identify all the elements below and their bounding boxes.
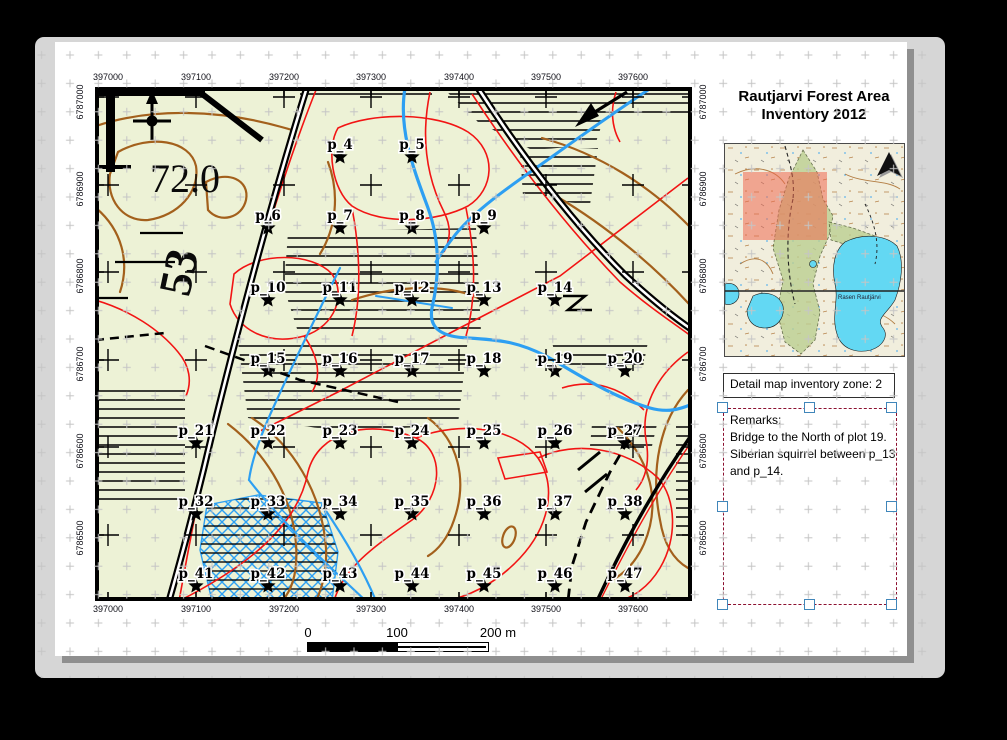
selection-handle[interactable]: [804, 402, 815, 413]
scalebar-segment-filled: [308, 643, 398, 651]
selection-handle[interactable]: [886, 501, 897, 512]
scalebar-bar: [307, 642, 489, 652]
remarks-line: Remarks:: [730, 412, 896, 429]
title-line-2: Inventory 2012: [724, 106, 904, 124]
remarks-line: Bridge to the North of plot 19.: [730, 429, 896, 446]
title-line-1: Rautjarvi Forest Area: [724, 88, 904, 106]
selection-handle[interactable]: [717, 501, 728, 512]
overview-map-item[interactable]: Rasen Rautjärvi: [724, 143, 905, 357]
remarks-line: and p_14.: [730, 463, 896, 480]
print-layout-page[interactable]: 72.053 p_4p_5p_6p_7p_8p_9p_10p_11p_12p_1…: [55, 42, 907, 656]
remarks-line: Siberian squirrel between p_13: [730, 446, 896, 463]
scalebar-segment-line: [398, 646, 486, 648]
layout-title-label[interactable]: Rautjarvi Forest Area Inventory 2012: [724, 88, 904, 124]
lake-label: Rasen Rautjärvi: [838, 295, 881, 301]
scalebar-label: 100: [367, 625, 427, 640]
layout-canvas[interactable]: 72.053 p_4p_5p_6p_7p_8p_9p_10p_11p_12p_1…: [35, 37, 945, 678]
selection-handle[interactable]: [717, 599, 728, 610]
selection-handle[interactable]: [886, 599, 897, 610]
remarks-label[interactable]: Remarks:Bridge to the North of plot 19.S…: [723, 408, 897, 605]
scalebar-label: 0: [278, 625, 338, 640]
selection-handle[interactable]: [886, 402, 897, 413]
screenshot-root: { "page": { "title": { "line1": "Rautjar…: [0, 0, 1007, 740]
right-column: Rautjarvi Forest Area Inventory 2012: [55, 42, 907, 656]
scalebar-item[interactable]: 0100200 m: [307, 625, 507, 657]
selection-handle[interactable]: [717, 402, 728, 413]
overview-map-canvas: Rasen Rautjärvi: [725, 144, 904, 356]
scalebar-label: 200 m: [468, 625, 528, 640]
detail-zone-text: Detail map inventory zone: 2: [730, 377, 882, 391]
detail-extent-highlight: [743, 172, 827, 240]
detail-zone-label[interactable]: Detail map inventory zone: 2: [723, 373, 895, 398]
selection-handle[interactable]: [804, 599, 815, 610]
